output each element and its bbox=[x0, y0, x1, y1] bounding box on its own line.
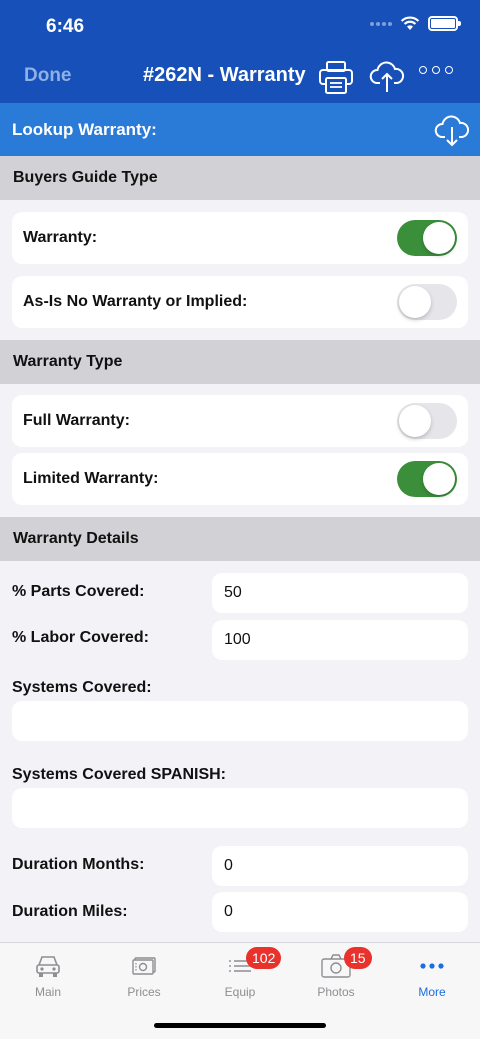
full-warranty-label: Full Warranty: bbox=[23, 412, 130, 429]
limited-warranty-toggle[interactable] bbox=[397, 461, 457, 497]
systems-covered-spanish-label: Systems Covered SPANISH: bbox=[12, 766, 226, 783]
wifi-icon bbox=[400, 16, 420, 30]
status-time: 6:46 bbox=[46, 16, 85, 37]
toggle-knob bbox=[399, 405, 431, 437]
car-icon bbox=[36, 956, 60, 977]
limited-warranty-row: Limited Warranty: bbox=[12, 453, 468, 505]
home-indicator[interactable] bbox=[154, 1023, 326, 1028]
tab-label: Prices bbox=[127, 985, 161, 999]
systems-covered-label: Systems Covered: bbox=[12, 679, 152, 696]
section-header-warranty-type: Warranty Type bbox=[0, 340, 480, 384]
cloud-upload-icon[interactable] bbox=[369, 58, 405, 94]
full-warranty-toggle[interactable] bbox=[397, 403, 457, 439]
status-indicators bbox=[370, 16, 461, 31]
labor-covered-label: % Labor Covered: bbox=[12, 629, 149, 646]
tab-label: More bbox=[418, 985, 446, 999]
tab-photos[interactable]: 15 Photos bbox=[288, 943, 384, 1003]
parts-covered-input[interactable] bbox=[212, 573, 468, 613]
systems-covered-input[interactable] bbox=[12, 701, 468, 741]
tab-main[interactable]: Main bbox=[0, 943, 96, 1003]
as-is-label: As-Is No Warranty or Implied: bbox=[23, 293, 248, 310]
section-title: Warranty Details bbox=[13, 530, 139, 547]
cellular-signal-icon bbox=[370, 21, 392, 26]
section-title: Buyers Guide Type bbox=[13, 169, 158, 186]
toggle-knob bbox=[399, 286, 431, 318]
duration-miles-label: Duration Miles: bbox=[12, 903, 128, 920]
more-dots-icon bbox=[420, 963, 444, 969]
parts-covered-label: % Parts Covered: bbox=[12, 583, 145, 600]
photos-count-badge: 15 bbox=[344, 947, 372, 969]
equip-count-badge: 102 bbox=[246, 947, 282, 969]
print-icon[interactable] bbox=[318, 59, 354, 95]
labor-covered-input[interactable] bbox=[212, 620, 468, 660]
section-title: Warranty Type bbox=[13, 353, 123, 370]
tab-equip[interactable]: 102 Equip bbox=[192, 943, 288, 1003]
duration-months-input[interactable] bbox=[212, 846, 468, 886]
done-button[interactable]: Done bbox=[24, 65, 72, 87]
warranty-row: Warranty: bbox=[12, 212, 468, 264]
tab-label: Equip bbox=[224, 985, 256, 999]
as-is-toggle[interactable] bbox=[397, 284, 457, 320]
duration-miles-input[interactable] bbox=[212, 892, 468, 932]
money-icon bbox=[132, 957, 156, 975]
battery-icon bbox=[428, 16, 461, 31]
more-options-icon[interactable] bbox=[419, 66, 453, 74]
full-warranty-row: Full Warranty: bbox=[12, 395, 468, 447]
section-header-buyers-guide: Buyers Guide Type bbox=[0, 156, 480, 200]
tab-label: Main bbox=[34, 985, 61, 999]
tab-more[interactable]: More bbox=[384, 943, 480, 1003]
navigation-header: 6:46 Done #262N - Warranty bbox=[0, 0, 480, 103]
cloud-download-icon[interactable] bbox=[434, 112, 470, 148]
as-is-row: As-Is No Warranty or Implied: bbox=[12, 276, 468, 328]
toggle-knob bbox=[423, 463, 455, 495]
tab-label: Photos bbox=[317, 985, 355, 999]
warranty-toggle[interactable] bbox=[397, 220, 457, 256]
lookup-warranty-bar[interactable]: Lookup Warranty: bbox=[0, 103, 480, 156]
systems-covered-spanish-input[interactable] bbox=[12, 788, 468, 828]
toggle-knob bbox=[423, 222, 455, 254]
lookup-warranty-label: Lookup Warranty: bbox=[12, 120, 157, 139]
duration-months-label: Duration Months: bbox=[12, 856, 145, 873]
section-header-warranty-details: Warranty Details bbox=[0, 517, 480, 561]
tab-prices[interactable]: Prices bbox=[96, 943, 192, 1003]
page-title: #262N - Warranty bbox=[143, 64, 306, 86]
warranty-label: Warranty: bbox=[23, 229, 98, 246]
limited-warranty-label: Limited Warranty: bbox=[23, 470, 159, 487]
